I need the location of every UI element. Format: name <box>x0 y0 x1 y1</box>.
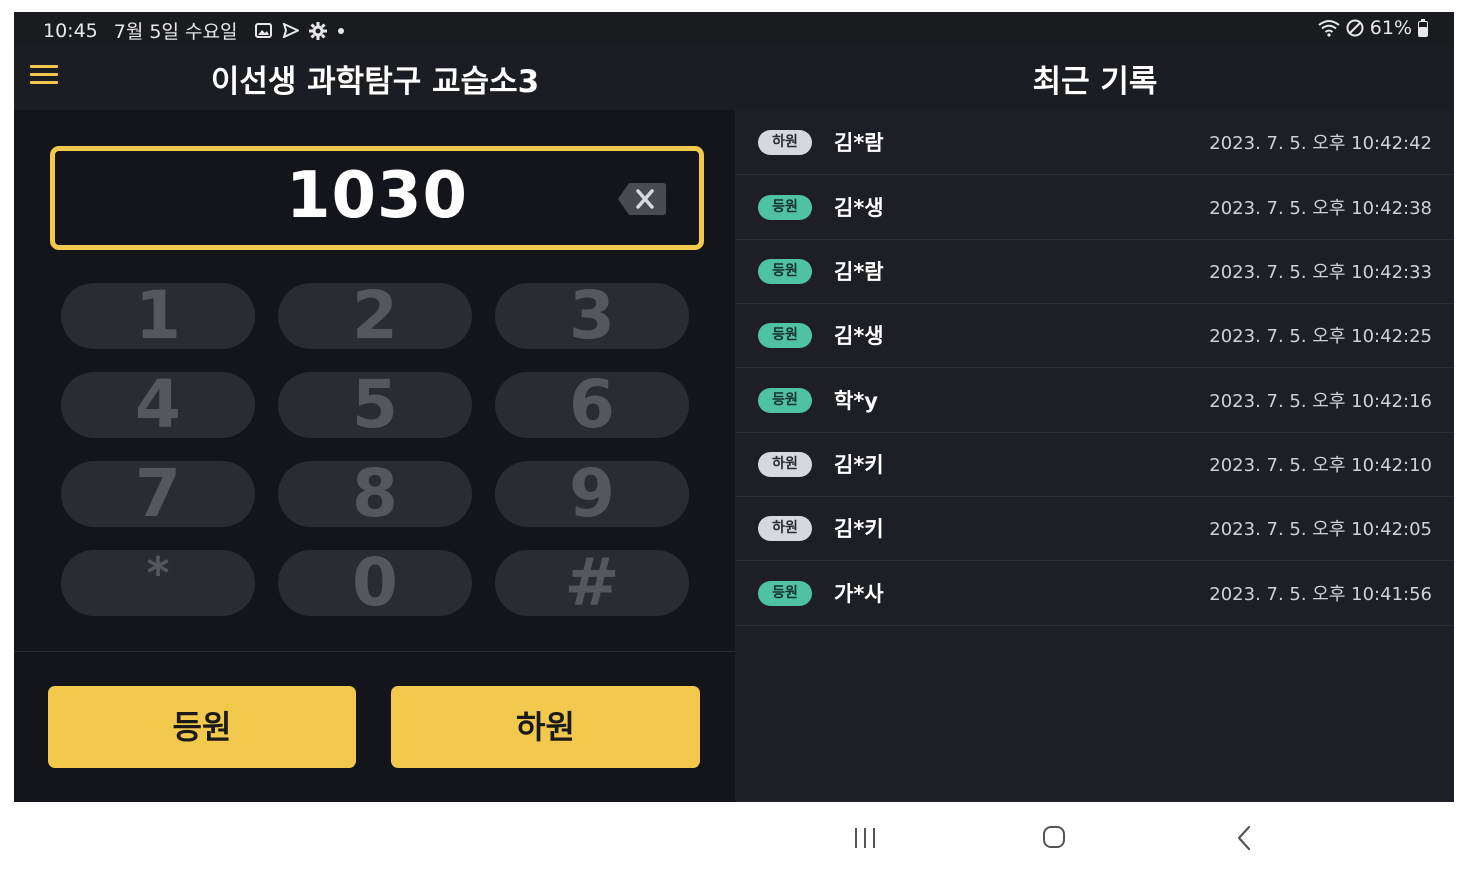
wifi-icon <box>1318 20 1340 37</box>
status-bar: 10:45 7월 5일 수요일 61% <box>14 12 1454 46</box>
system-nav-bar <box>0 802 1472 880</box>
record-time: 2023. 7. 5. 오후 10:42:25 <box>1209 326 1432 347</box>
home-icon[interactable] <box>1042 825 1066 849</box>
record-time: 2023. 7. 5. 오후 10:42:42 <box>1209 133 1432 154</box>
do-not-disturb-icon <box>1346 19 1364 37</box>
record-time: 2023. 7. 5. 오후 10:42:05 <box>1209 519 1432 540</box>
key-7[interactable]: 7 <box>61 461 255 527</box>
page-title: 이선생 과학탐구 교습소3 <box>210 64 540 100</box>
list-item[interactable]: 등원 김*람 2023. 7. 5. 오후 10:42:33 <box>736 239 1454 304</box>
list-item[interactable]: 등원 김*생 2023. 7. 5. 오후 10:42:38 <box>736 175 1454 240</box>
battery-percent: 61% <box>1369 17 1412 39</box>
recent-apps-icon[interactable] <box>852 826 878 850</box>
image-icon <box>255 23 273 38</box>
record-time: 2023. 7. 5. 오후 10:42:16 <box>1209 391 1432 412</box>
status-badge: 하원 <box>758 130 812 155</box>
student-name: 김*생 <box>834 324 884 348</box>
student-name: 김*키 <box>834 517 884 541</box>
student-name: 학*y <box>834 389 878 413</box>
key-star[interactable]: * <box>61 550 255 616</box>
student-name: 가*사 <box>834 582 884 606</box>
back-icon[interactable] <box>1234 824 1254 852</box>
key-2[interactable]: 2 <box>278 283 472 349</box>
list-item[interactable]: 등원 가*사 2023. 7. 5. 오후 10:41:56 <box>736 561 1454 626</box>
key-6[interactable]: 6 <box>495 372 689 438</box>
app-header: 이선생 과학탐구 교습소3 최근 기록 <box>14 46 1454 111</box>
divider <box>14 651 735 652</box>
battery-icon <box>1418 19 1428 37</box>
status-badge: 등원 <box>758 388 812 413</box>
student-name: 김*키 <box>834 453 884 477</box>
record-time: 2023. 7. 5. 오후 10:42:38 <box>1209 198 1432 219</box>
key-8[interactable]: 8 <box>278 461 472 527</box>
student-name: 김*생 <box>834 196 884 220</box>
gear-icon <box>309 21 328 40</box>
send-icon <box>283 23 300 38</box>
display-value: 1030 <box>285 159 469 233</box>
list-item[interactable]: 하원 김*키 2023. 7. 5. 오후 10:42:10 <box>736 432 1454 497</box>
recent-records-title: 최근 기록 <box>1032 64 1158 100</box>
status-badge: 등원 <box>758 259 812 284</box>
recent-records-list: 하원 김*람 2023. 7. 5. 오후 10:42:42 등원 김*생 20… <box>736 110 1454 802</box>
record-time: 2023. 7. 5. 오후 10:41:56 <box>1209 584 1432 605</box>
status-badge: 등원 <box>758 323 812 348</box>
app-screen: 10:45 7월 5일 수요일 61% 이선생 과학탐구 교습소3 최근 기록 … <box>14 12 1454 802</box>
list-item[interactable]: 하원 김*키 2023. 7. 5. 오후 10:42:05 <box>736 496 1454 561</box>
checkin-button[interactable]: 등원 <box>48 686 356 768</box>
student-name: 김*람 <box>834 131 884 155</box>
status-badge: 등원 <box>758 581 812 606</box>
key-9[interactable]: 9 <box>495 461 689 527</box>
key-3[interactable]: 3 <box>495 283 689 349</box>
list-item[interactable]: 하원 김*람 2023. 7. 5. 오후 10:42:42 <box>736 110 1454 175</box>
key-0[interactable]: 0 <box>278 550 472 616</box>
checkout-button[interactable]: 하원 <box>391 686 700 768</box>
list-item[interactable]: 등원 학*y 2023. 7. 5. 오후 10:42:16 <box>736 368 1454 433</box>
key-1[interactable]: 1 <box>61 283 255 349</box>
key-4[interactable]: 4 <box>61 372 255 438</box>
status-badge: 하원 <box>758 516 812 541</box>
key-hash[interactable]: # <box>495 550 689 616</box>
list-item[interactable]: 등원 김*생 2023. 7. 5. 오후 10:42:25 <box>736 303 1454 368</box>
status-badge: 하원 <box>758 452 812 477</box>
record-time: 2023. 7. 5. 오후 10:42:33 <box>1209 262 1432 283</box>
status-date: 7월 5일 수요일 <box>113 21 238 43</box>
status-badge: 등원 <box>758 195 812 220</box>
number-display[interactable]: 1030 <box>50 146 704 250</box>
keypad-panel: 1030 1 2 3 4 5 6 7 8 9 * 0 # 등원 하원 <box>14 110 735 802</box>
record-time: 2023. 7. 5. 오후 10:42:10 <box>1209 455 1432 476</box>
student-name: 김*람 <box>834 260 884 284</box>
backspace-icon[interactable] <box>617 181 667 217</box>
status-time: 10:45 <box>43 19 98 42</box>
key-5[interactable]: 5 <box>278 372 472 438</box>
dot-icon <box>338 27 345 34</box>
